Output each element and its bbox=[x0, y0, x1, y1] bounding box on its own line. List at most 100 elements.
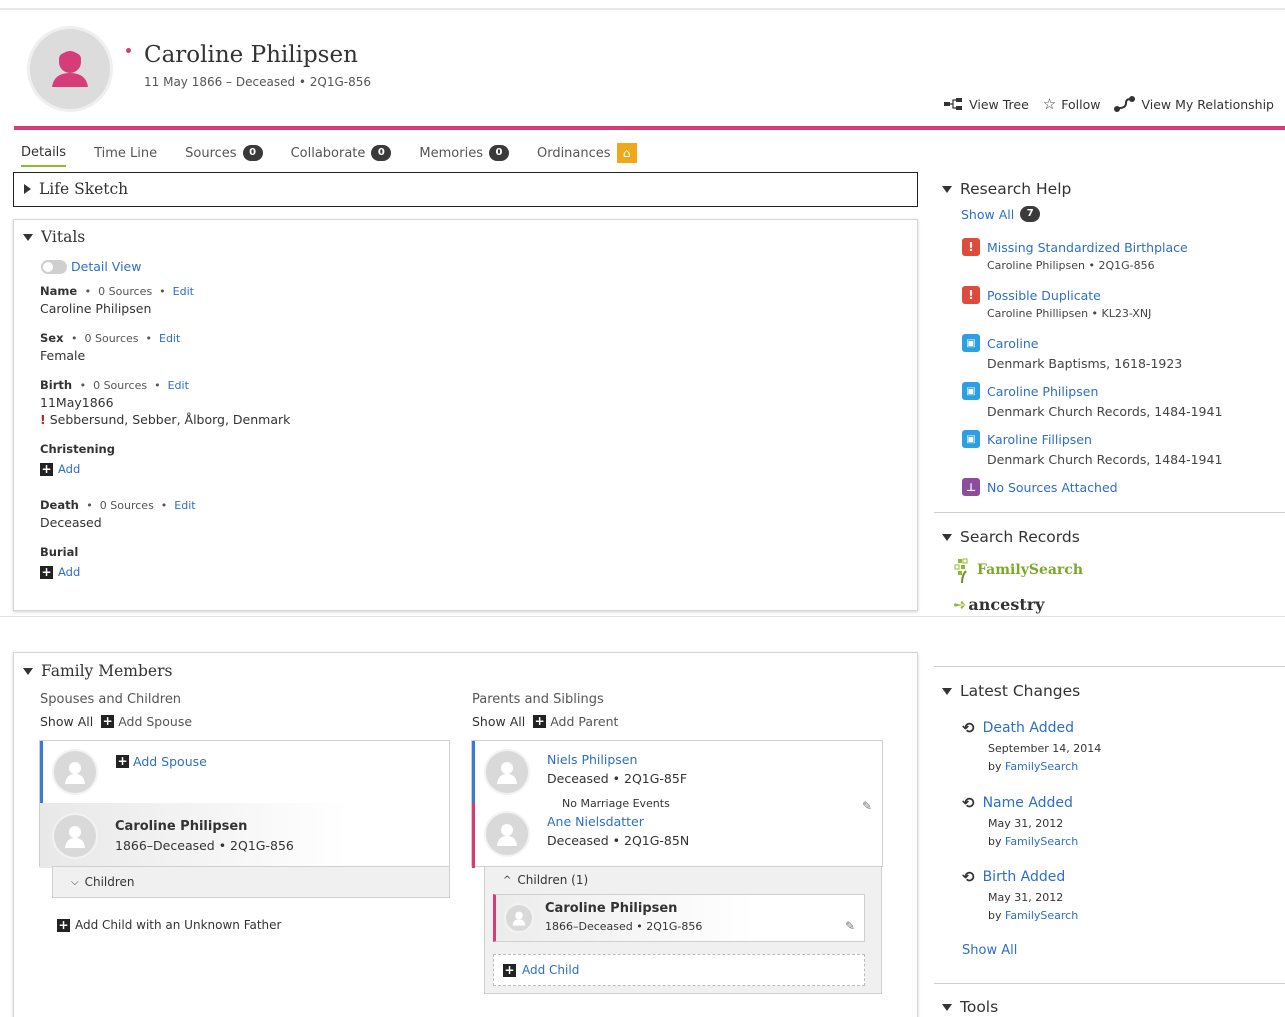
follow-label: Follow bbox=[1061, 96, 1101, 112]
burial-add-button[interactable]: + Add bbox=[40, 565, 80, 579]
tab-timeline[interactable]: Time Line bbox=[94, 143, 157, 167]
child-card[interactable]: Caroline Philipsen 1866–Deceased • 2Q1G-… bbox=[493, 894, 865, 942]
collapse-caret-icon[interactable] bbox=[23, 667, 33, 675]
add-parent-button[interactable]: + Add Parent bbox=[533, 714, 618, 729]
research-help-show-all[interactable]: Show All 7 bbox=[961, 206, 1041, 222]
change-author-link[interactable]: FamilySearch bbox=[1005, 835, 1078, 848]
record-hint-icon: ▣ bbox=[962, 430, 980, 448]
tab-ordinances[interactable]: Ordinances ⌂ bbox=[537, 143, 637, 167]
follow-button[interactable]: ☆ Follow bbox=[1043, 95, 1101, 113]
collapse-caret-icon[interactable] bbox=[23, 233, 33, 241]
ancestry-logo[interactable]: ➺ ancestry bbox=[953, 595, 1044, 614]
change-item: ⟲ Birth Added May 31, 2012 by FamilySearc… bbox=[962, 868, 1078, 922]
section-divider bbox=[0, 616, 1285, 617]
research-item[interactable]: ! Missing Standardized Birthplace Carolin… bbox=[962, 238, 1188, 272]
research-item[interactable]: ▣ Caroline Philipsen Denmark Church Recor… bbox=[962, 382, 1222, 419]
children-toggle[interactable]: ^ Children (1) bbox=[503, 873, 588, 887]
death-label: Death bbox=[40, 498, 79, 512]
research-item-sub: Denmark Church Records, 1484-1941 bbox=[987, 404, 1223, 419]
star-icon: ☆ bbox=[1042, 95, 1057, 113]
sex-value: Female bbox=[40, 348, 86, 363]
latest-changes-header[interactable]: Latest Changes bbox=[942, 682, 1080, 700]
relationship-icon bbox=[1114, 96, 1136, 112]
view-relationship-button[interactable]: View My Relationship bbox=[1114, 95, 1274, 113]
tab-sources[interactable]: Sources 0 bbox=[185, 143, 263, 167]
avatar bbox=[484, 749, 530, 795]
add-spouse-button[interactable]: + Add Spouse bbox=[101, 714, 192, 729]
edit-icon[interactable]: ✎ bbox=[845, 919, 858, 933]
detail-view-toggle[interactable]: Detail View bbox=[41, 259, 141, 274]
sex-edit-link[interactable]: Edit bbox=[159, 332, 180, 345]
tab-memories[interactable]: Memories 0 bbox=[419, 143, 509, 167]
research-item-title[interactable]: Caroline Philipsen bbox=[987, 384, 1098, 399]
add-child-button[interactable]: + Add Child bbox=[493, 954, 865, 986]
child-meta: 1866–Deceased • 2Q1G-856 bbox=[545, 920, 703, 933]
mother-row[interactable]: Ane Nielsdatter Deceased • 2Q1G-85N bbox=[484, 811, 882, 857]
birth-edit-link[interactable]: Edit bbox=[168, 379, 189, 392]
view-tree-button[interactable]: View Tree bbox=[944, 95, 1029, 113]
research-help-title: Research Help bbox=[960, 180, 1072, 198]
spouses-actions: Show All + Add Spouse bbox=[40, 714, 192, 729]
self-person-row[interactable]: Caroline Philipsen 1866–Deceased • 2Q1G-… bbox=[40, 803, 449, 868]
spouses-show-all[interactable]: Show All bbox=[40, 714, 93, 729]
children-label: Children bbox=[84, 875, 135, 889]
person-tabs: Details Time Line Sources 0 Collaborate 0 … bbox=[21, 143, 665, 167]
vital-death: Death • 0 Sources • Edit Deceased bbox=[40, 498, 196, 530]
research-item[interactable]: ▣ Karoline Fillipsen Denmark Church Recor… bbox=[962, 430, 1222, 467]
change-title[interactable]: Birth Added bbox=[983, 869, 1066, 885]
research-item[interactable]: ! Possible Duplicate Caroline Phillipsen … bbox=[962, 286, 1151, 320]
record-hint-icon: ▣ bbox=[962, 334, 980, 352]
warning-icon: ! bbox=[40, 412, 46, 427]
no-marriage-events: No Marriage Events bbox=[562, 797, 670, 810]
research-item[interactable]: ⊥ No Sources Attached bbox=[962, 478, 1118, 496]
search-records-header[interactable]: Search Records bbox=[942, 528, 1080, 546]
research-item-title[interactable]: Caroline bbox=[987, 336, 1038, 351]
children-toggle[interactable]: ⌵ Children bbox=[52, 866, 450, 898]
spouse-add-label: Add Spouse bbox=[133, 753, 207, 769]
latest-changes-show-all[interactable]: Show All bbox=[962, 943, 1017, 958]
change-title[interactable]: Name Added bbox=[983, 795, 1073, 811]
change-author-link[interactable]: FamilySearch bbox=[1005, 760, 1078, 773]
christening-add-button[interactable]: + Add bbox=[40, 462, 80, 476]
research-item-title[interactable]: Karoline Fillipsen bbox=[987, 432, 1092, 447]
name-label: Name bbox=[40, 284, 78, 298]
death-edit-link[interactable]: Edit bbox=[174, 499, 195, 512]
sex-sources[interactable]: 0 Sources bbox=[85, 332, 139, 345]
avatar bbox=[52, 749, 98, 795]
familysearch-logo[interactable]: FamilySearch bbox=[953, 557, 1083, 583]
father-meta: Deceased • 2Q1G-85F bbox=[547, 771, 688, 786]
change-title[interactable]: Death Added bbox=[983, 720, 1074, 736]
parents-actions: Show All + Add Parent bbox=[472, 714, 618, 729]
tab-details[interactable]: Details bbox=[21, 143, 67, 167]
father-name[interactable]: Niels Philipsen bbox=[547, 752, 687, 767]
spouse-add-button[interactable]: + Add Spouse bbox=[116, 754, 207, 769]
sidebar-divider bbox=[934, 983, 1285, 984]
research-help-header[interactable]: Research Help bbox=[942, 180, 1071, 198]
name-edit-link[interactable]: Edit bbox=[173, 285, 194, 298]
birth-sources[interactable]: 0 Sources bbox=[93, 379, 147, 392]
ancestry-leaf-icon: ➺ bbox=[953, 595, 967, 614]
name-sources[interactable]: 0 Sources bbox=[98, 285, 152, 298]
mother-name[interactable]: Ane Nielsdatter bbox=[547, 814, 689, 829]
parents-show-all[interactable]: Show All bbox=[472, 714, 525, 729]
add-child-unknown-father-button[interactable]: + Add Child with an Unknown Father bbox=[57, 918, 281, 932]
father-row[interactable]: Niels Philipsen Deceased • 2Q1G-85F bbox=[484, 749, 882, 795]
memories-count-badge: 0 bbox=[488, 145, 509, 161]
toggle-switch[interactable] bbox=[41, 259, 67, 274]
research-item-title[interactable]: Missing Standardized Birthplace bbox=[987, 240, 1188, 255]
tab-collaborate[interactable]: Collaborate 0 bbox=[291, 143, 392, 167]
alert-icon: ! bbox=[962, 238, 980, 256]
life-sketch-card[interactable]: Life Sketch bbox=[13, 172, 918, 207]
research-item-title[interactable]: No Sources Attached bbox=[987, 480, 1118, 495]
plus-icon: + bbox=[533, 714, 547, 728]
tools-header[interactable]: Tools bbox=[942, 998, 998, 1016]
child-name: Caroline Philipsen bbox=[545, 901, 678, 916]
vitals-title: Vitals bbox=[41, 228, 86, 246]
research-item[interactable]: ▣ Caroline Denmark Baptisms, 1618-1923 bbox=[962, 334, 1182, 371]
research-help-show-all-label: Show All bbox=[961, 206, 1015, 222]
tab-timeline-label: Time Line bbox=[94, 145, 158, 161]
change-author-link[interactable]: FamilySearch bbox=[1005, 909, 1078, 922]
death-sources[interactable]: 0 Sources bbox=[100, 499, 154, 512]
change-by: by bbox=[988, 909, 1002, 922]
research-item-title[interactable]: Possible Duplicate bbox=[987, 288, 1101, 303]
